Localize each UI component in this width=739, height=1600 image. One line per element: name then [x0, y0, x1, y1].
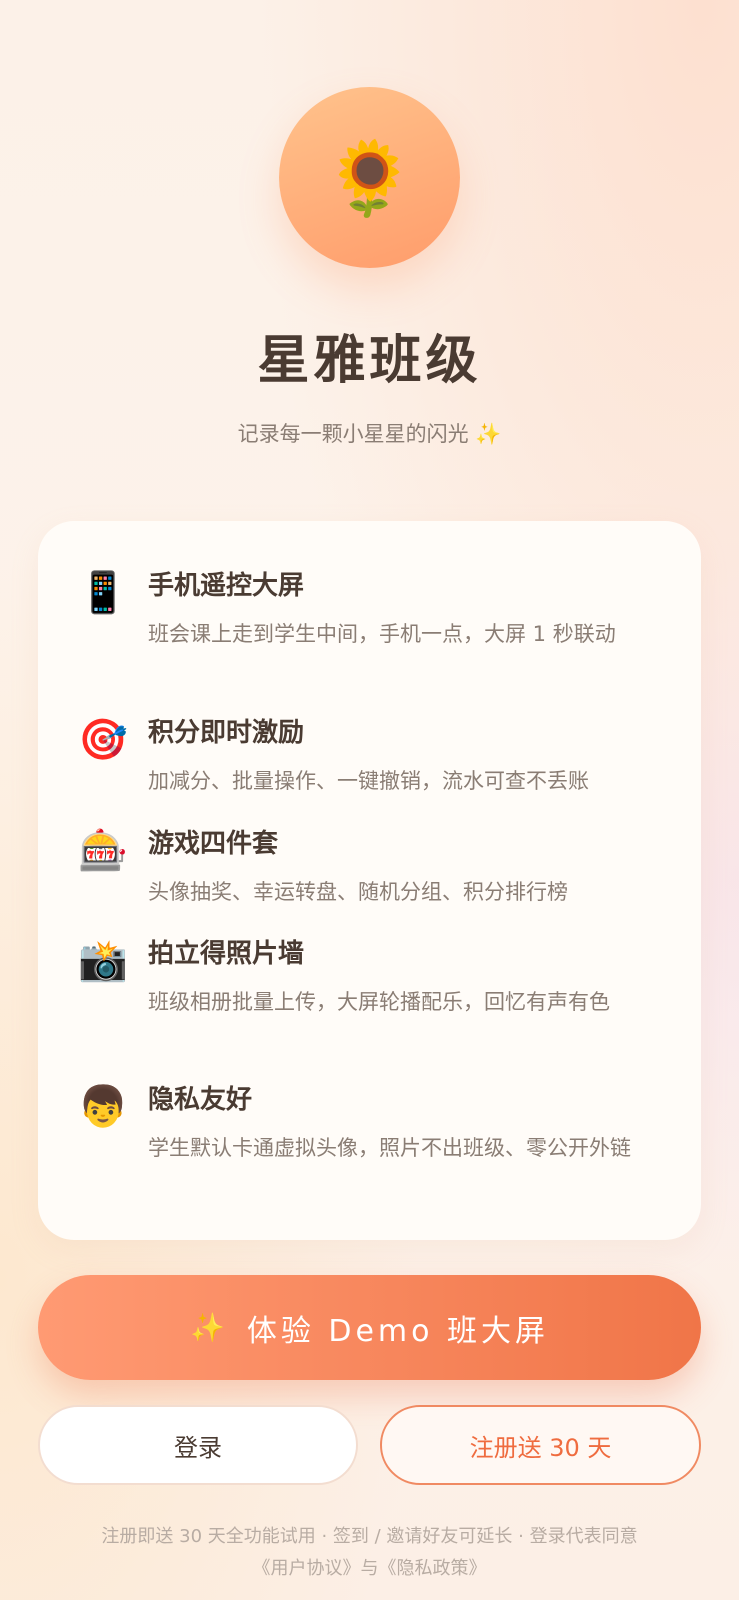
feature-title: 拍立得照片墙	[148, 939, 305, 969]
app-logo: 🌻	[279, 87, 460, 268]
mobile-phone-icon: 📱	[78, 570, 128, 616]
feature-title: 手机遥控大屏	[148, 571, 305, 601]
feature-description: 班级相册批量上传，大屏轮播配乐，回忆有声有色	[148, 990, 610, 1014]
feature-title: 游戏四件套	[148, 829, 279, 859]
login-button-label: 登录	[174, 1433, 222, 1462]
demo-screen-button[interactable]: ✨ 体验 Demo 班大屏	[38, 1275, 701, 1380]
privacy-policy-link[interactable]: 《隐私政策》	[379, 1558, 487, 1579]
sparkles-icon: ✨	[189, 1311, 229, 1344]
app-title: 星雅班级	[257, 331, 482, 391]
demo-button-label: 体验 Demo 班大屏	[246, 1313, 550, 1349]
slot-machine-icon: 🎰	[78, 828, 128, 874]
app-subtitle: 记录每一颗小星星的闪光 ✨	[237, 422, 502, 446]
login-button[interactable]: 登录	[38, 1405, 358, 1485]
user-agreement-link[interactable]: 《用户协议》	[253, 1558, 361, 1579]
footer-note: 注册即送 30 天全功能试用 · 签到 / 邀请好友可延长 · 登录代表同意 《…	[20, 1521, 719, 1585]
feature-description: 头像抽奖、幸运转盘、随机分组、积分排行榜	[148, 880, 568, 904]
feature-title: 隐私友好	[148, 1085, 253, 1115]
register-button-label: 注册送 30 天	[469, 1433, 612, 1462]
sunflower-icon: 🌻	[324, 135, 415, 220]
footer-conjunction: 与	[360, 1558, 379, 1579]
footer-trial-text: 注册即送 30 天全功能试用 · 签到 / 邀请好友可延长 · 登录代表同意	[101, 1526, 638, 1547]
feature-description: 班会课上走到学生中间，手机一点，大屏 1 秒联动	[148, 622, 616, 646]
feature-description: 加减分、批量操作、一键撤销，流水可查不丢账	[148, 769, 589, 793]
feature-title: 积分即时激励	[148, 718, 305, 748]
child-avatar-icon: 👦	[78, 1084, 128, 1130]
footer-agreement-line: 《用户协议》与《隐私政策》	[20, 1553, 719, 1585]
feature-description: 学生默认卡通虚拟头像，照片不出班级、零公开外链	[148, 1136, 631, 1160]
camera-flash-icon: 📸	[78, 938, 128, 984]
target-icon: 🎯	[78, 717, 128, 763]
feature-card: 📱 手机遥控大屏 班会课上走到学生中间，手机一点，大屏 1 秒联动 🎯 积分即时…	[38, 521, 701, 1240]
register-button[interactable]: 注册送 30 天	[380, 1405, 701, 1485]
